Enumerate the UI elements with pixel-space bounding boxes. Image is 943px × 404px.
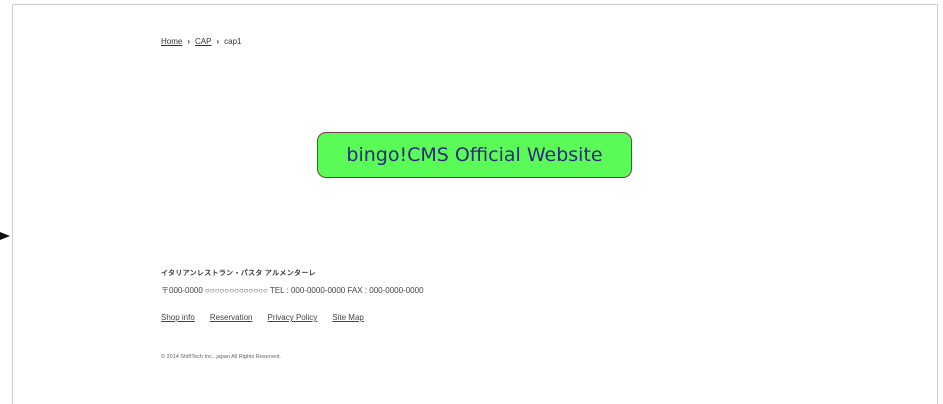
footer-address: 〒000-0000 ○○○○○○○○○○○○○ TEL : 000-0000-0…	[161, 286, 424, 295]
footer-link-shop-info[interactable]: Shop info	[161, 313, 195, 322]
copyright-text: © 2014 ShiftTech Inc., japan All Rights …	[161, 354, 281, 360]
chevron-right-icon: ›	[216, 37, 220, 46]
footer-links: Shop info Reservation Privacy Policy Sit…	[161, 313, 364, 322]
arrow-right-icon	[0, 232, 10, 240]
breadcrumb-current: cap1	[224, 37, 242, 46]
chevron-right-icon: ›	[187, 37, 191, 46]
page-frame	[12, 4, 938, 404]
footer-shop-name: イタリアンレストラン・パスタ アルメンターレ	[161, 270, 316, 277]
breadcrumb-cap-link[interactable]: CAP	[195, 37, 211, 46]
breadcrumb: Home › CAP › cap1	[161, 37, 242, 46]
official-website-button[interactable]: bingo!CMS Official Website	[317, 132, 632, 178]
footer-link-reservation[interactable]: Reservation	[210, 313, 253, 322]
footer-link-site-map[interactable]: Site Map	[332, 313, 364, 322]
breadcrumb-home-link[interactable]: Home	[161, 37, 182, 46]
footer-link-privacy-policy[interactable]: Privacy Policy	[268, 313, 318, 322]
